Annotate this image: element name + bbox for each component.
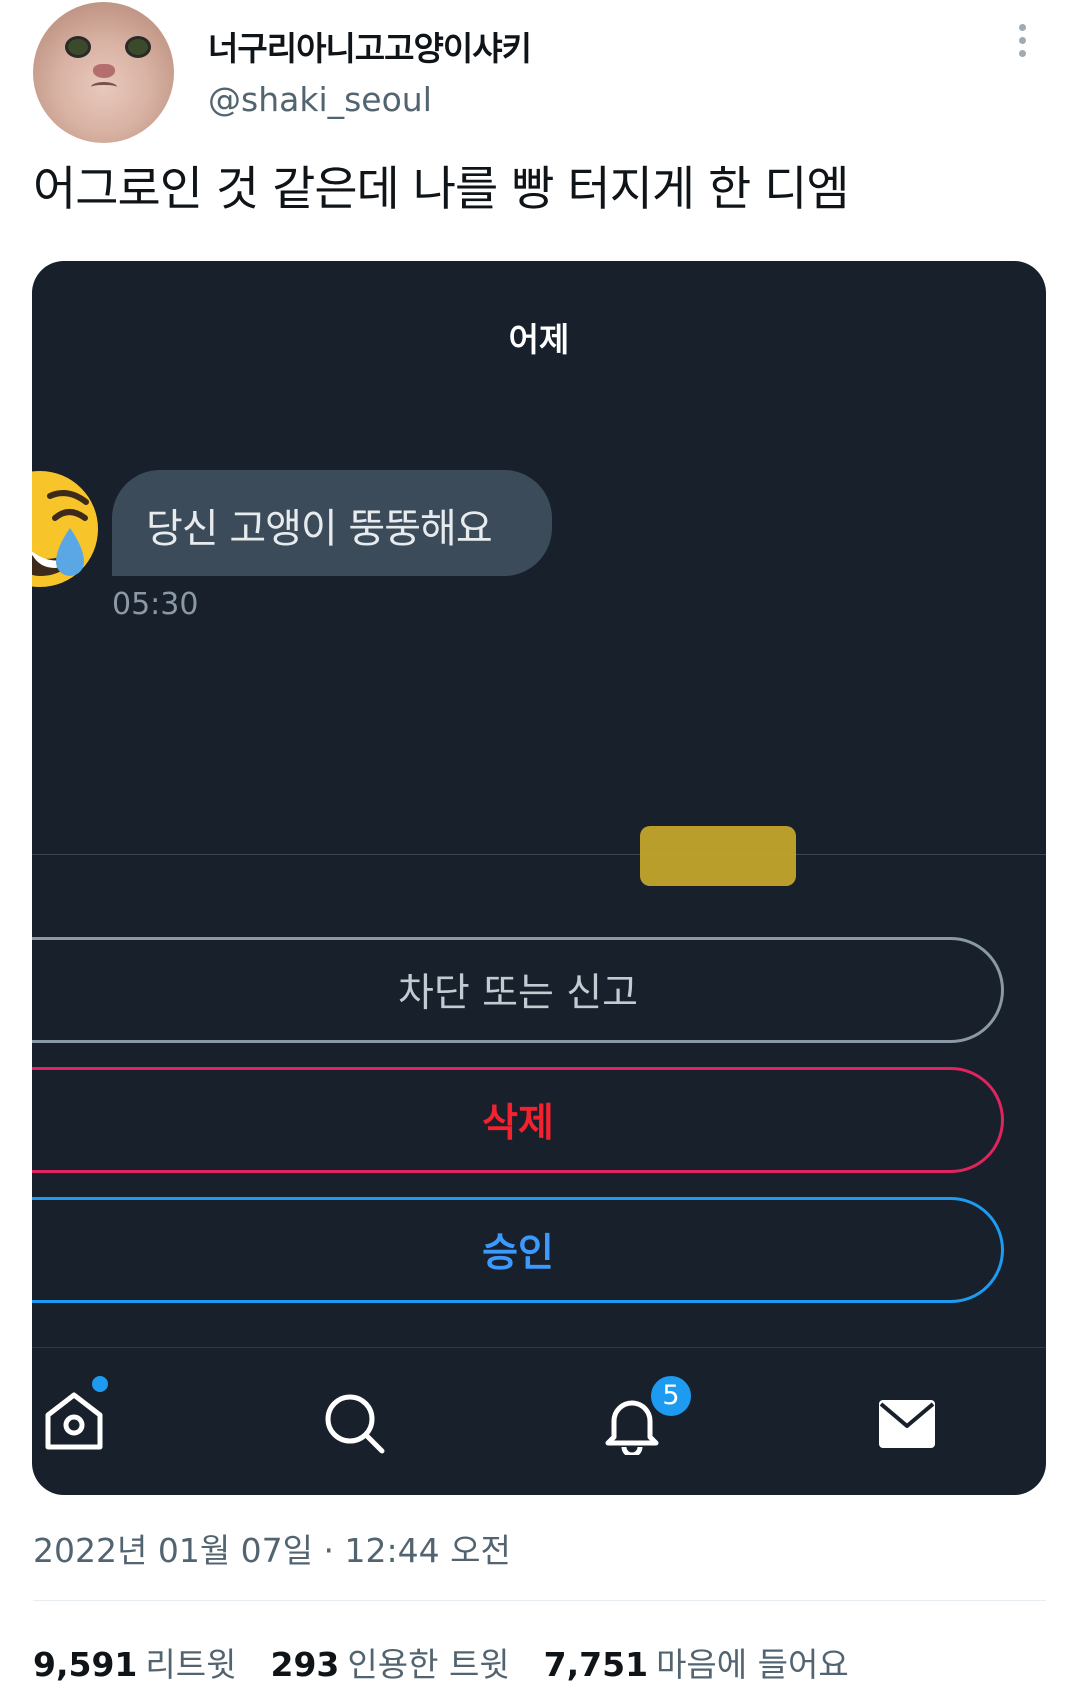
tweet-stats: 9,591 리트윗 293 인용한 트윗 7,751 마음에 들어요 — [33, 1638, 849, 1686]
search-icon[interactable] — [322, 1391, 386, 1455]
mail-icon[interactable] — [877, 1398, 937, 1450]
dm-day-label: 어제 — [508, 320, 570, 359]
laughing-with-tears-emoji-icon — [32, 471, 98, 587]
notification-badge: 5 — [648, 1373, 694, 1419]
user-handle[interactable]: @shaki_seoul — [208, 80, 432, 119]
like-count[interactable]: 7,751 마음에 들어요 — [544, 1638, 849, 1686]
accept-button[interactable]: 승인 — [32, 1197, 1004, 1303]
home-icon[interactable] — [42, 1389, 106, 1453]
dm-message-time: 05:30 — [112, 587, 199, 622]
more-options-icon[interactable] — [1016, 24, 1028, 60]
delete-button[interactable]: 삭제 — [32, 1067, 1004, 1173]
quote-tweet-count[interactable]: 293 인용한 트윗 — [270, 1638, 509, 1686]
dm-message-bubble[interactable]: 당신 고앵이 뚱뚱해요 — [112, 470, 552, 576]
divider — [32, 854, 1046, 855]
redaction-smudge — [640, 826, 796, 886]
divider — [33, 1600, 1046, 1601]
tweet-media-image[interactable]: 어제 당신 고앵이 뚱뚱해요 05:30 차단 또는 신고 삭제 승인 5 — [32, 261, 1046, 1495]
block-report-button[interactable]: 차단 또는 신고 — [32, 937, 1004, 1043]
avatar[interactable] — [33, 2, 174, 143]
tweet-timestamp[interactable]: 2022년 01월 07일 · 12:44 오전 — [33, 1524, 511, 1572]
retweet-count[interactable]: 9,591 리트윗 — [33, 1638, 236, 1686]
tweet-text: 어그로인 것 같은데 나를 빵 터지게 한 디엠 — [33, 162, 850, 217]
display-name[interactable]: 너구리아니고고양이샤키 — [208, 22, 532, 70]
home-unread-dot — [92, 1376, 108, 1392]
